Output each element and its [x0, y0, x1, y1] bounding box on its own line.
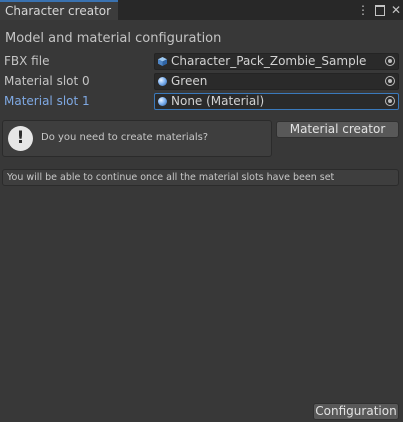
prefab-cube-icon: [158, 57, 167, 66]
material-slot-0-value: Green: [171, 74, 208, 88]
tab-character-creator[interactable]: Character creator: [0, 0, 118, 20]
fbx-file-value: Character_Pack_Zombie_Sample: [171, 54, 367, 68]
material-slot-0-label: Material slot 0: [4, 74, 90, 88]
material-slot-1-field[interactable]: None (Material): [154, 93, 399, 110]
object-picker-icon[interactable]: [385, 96, 395, 106]
material-slot-1-value: None (Material): [171, 94, 265, 108]
material-sphere-icon: [158, 77, 167, 86]
create-materials-helpbox: ! Do you need to create materials?: [2, 120, 272, 157]
object-picker-icon[interactable]: [385, 56, 395, 66]
helpbox-message: Do you need to create materials?: [41, 132, 209, 143]
kebab-menu-icon[interactable]: ⋮: [357, 3, 369, 17]
info-exclamation-icon: !: [8, 126, 33, 151]
fbx-file-field[interactable]: Character_Pack_Zombie_Sample: [154, 53, 399, 70]
material-sphere-icon: [158, 97, 167, 106]
maximize-icon[interactable]: [374, 4, 385, 16]
section-title: Model and material configuration: [5, 31, 222, 46]
fbx-file-label: FBX file: [4, 54, 50, 68]
object-picker-icon[interactable]: [385, 76, 395, 86]
material-slot-1-label: Material slot 1: [4, 94, 90, 108]
configuration-button[interactable]: Configuration: [313, 403, 399, 420]
status-message: You will be able to continue once all th…: [2, 169, 399, 186]
window-tab-bar: Character creator ⋮ ✕: [0, 0, 403, 20]
material-creator-button[interactable]: Material creator: [276, 121, 399, 138]
window-controls: ⋮ ✕: [357, 2, 401, 18]
close-icon[interactable]: ✕: [391, 3, 401, 17]
material-slot-0-field[interactable]: Green: [154, 73, 399, 90]
